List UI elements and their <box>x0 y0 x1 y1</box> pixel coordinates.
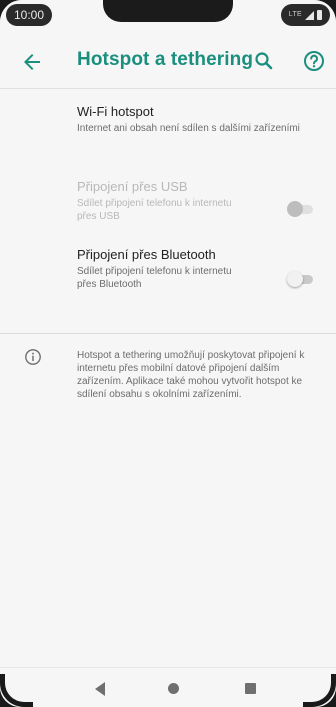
status-bar: 10:00 LTE <box>0 0 336 34</box>
help-icon[interactable] <box>302 49 326 73</box>
battery-icon <box>317 10 322 20</box>
setting-bluetooth-tethering[interactable]: Připojení přes Bluetooth Sdílet připojen… <box>0 238 336 313</box>
search-icon[interactable] <box>252 49 276 73</box>
status-time: 10:00 <box>6 4 53 26</box>
nav-recents-icon[interactable] <box>245 683 256 694</box>
setting-title: Připojení přes USB <box>77 179 188 194</box>
setting-usb-tethering: Připojení přes USB Sdílet připojení tele… <box>0 163 336 238</box>
setting-subtitle: Internet ani obsah není sdílen s dalšími… <box>77 123 300 134</box>
page-title: Hotspot a tethering <box>77 49 254 70</box>
setting-title: Wi-Fi hotspot <box>77 104 154 119</box>
nav-home-icon[interactable] <box>168 683 179 694</box>
navigation-bar <box>0 667 336 707</box>
app-bar: Hotspot a tethering <box>0 34 336 89</box>
camera-notch <box>103 0 233 22</box>
network-type: LTE <box>288 11 302 18</box>
arrow-back-icon[interactable] <box>20 50 44 74</box>
divider <box>0 333 336 334</box>
info-description: Hotspot a tethering umožňují poskytovat … <box>77 350 305 400</box>
setting-subtitle: Sdílet připojení telefonu k internetu př… <box>77 198 232 222</box>
phone-screen: 10:00 LTE Hotspot a tethering Wi-Fi hots… <box>0 0 336 707</box>
nav-back-icon[interactable] <box>95 682 105 696</box>
setting-subtitle: Sdílet připojení telefonu k internetu př… <box>77 266 232 290</box>
info-icon <box>25 349 41 365</box>
usb-tethering-toggle <box>285 201 315 217</box>
setting-title: Připojení přes Bluetooth <box>77 247 216 262</box>
status-icons: LTE <box>280 4 330 26</box>
setting-wifi-hotspot[interactable]: Wi-Fi hotspot Internet ani obsah není sd… <box>0 88 336 163</box>
bluetooth-tethering-toggle[interactable] <box>285 271 315 287</box>
signal-icon <box>305 10 314 20</box>
